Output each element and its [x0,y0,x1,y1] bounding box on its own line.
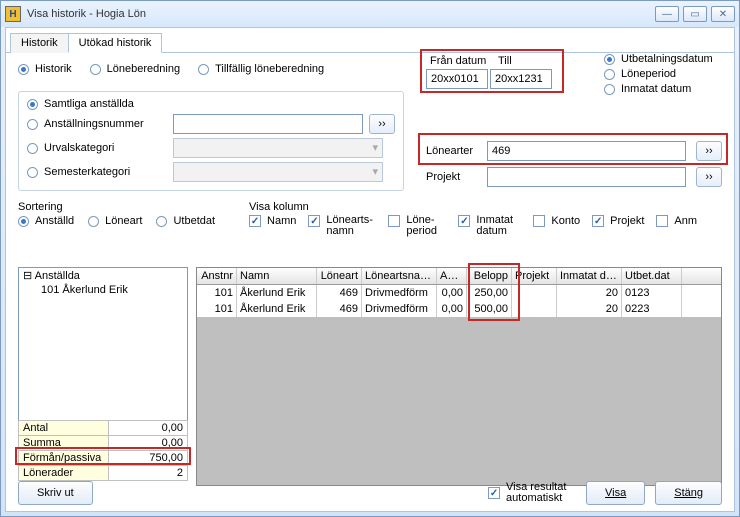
app-window: H Visa historik - Hogia Lön — ▭ ✕ Histor… [0,0,740,517]
urvalskategori-combo[interactable] [173,138,383,158]
from-date-label: Från datum [426,55,494,67]
columns-label: Visa kolumn [249,201,697,213]
projekt-input[interactable] [487,167,686,187]
radio-semesterkategori[interactable]: Semesterkategori [27,166,167,178]
radio-samtliga[interactable]: Samtliga anställda [27,98,395,110]
print-button[interactable]: Skriv ut [18,481,93,505]
sorting-label: Sortering [18,201,215,213]
tab-utokad-historik[interactable]: Utökad historik [68,33,163,53]
radio-loneperiod[interactable]: Löneperiod [604,68,724,80]
sort-anstalld[interactable]: Anställd [18,215,74,227]
radio-tillfallig[interactable]: Tillfällig löneberedning [198,63,324,75]
sort-loneart[interactable]: Löneart [88,215,142,227]
col-loneartsnamn[interactable]: Lönearts- namn [308,215,376,237]
tab-historik[interactable]: Historik [10,33,69,53]
maximize-button[interactable]: ▭ [683,6,707,22]
lonearter-lookup-button[interactable]: ›› [696,141,722,161]
col-inmatat-datum[interactable]: Inmatat datum [458,215,521,237]
from-date-input[interactable]: 20xx0101 [426,69,488,89]
radio-utbetalningsdatum[interactable]: Utbetalningsdatum [604,53,724,65]
tree-item[interactable]: 101 Åkerlund Erik [19,283,187,297]
to-date-input[interactable]: 20xx1231 [490,69,552,89]
app-icon: H [5,6,21,22]
anstnr-input[interactable] [173,114,363,134]
close-button[interactable]: ✕ [711,6,735,22]
minimize-button[interactable]: — [655,6,679,22]
radio-anstnr[interactable]: Anställningsnummer [27,118,167,130]
projekt-lookup-button[interactable]: ›› [696,167,722,187]
stang-button[interactable]: Stäng [655,481,722,505]
lonearter-input[interactable]: 469 [487,141,686,161]
titlebar: H Visa historik - Hogia Lön — ▭ ✕ [1,1,739,27]
col-projekt[interactable]: Projekt [592,215,644,227]
radio-urvalskategori[interactable]: Urvalskategori [27,142,167,154]
anstnr-lookup-button[interactable]: ›› [369,114,395,134]
grid-header: Anstnr Namn Löneart Löneartsnamn Antal B… [197,268,721,285]
summary-table: Antal0,00 Summa0,00 Förmån/passiva750,00… [18,420,188,481]
col-anm[interactable]: Anm [656,215,697,227]
col-loneperiod[interactable]: Löne- period [388,215,446,237]
tab-strip: Historik Utökad historik [6,28,734,53]
col-namn[interactable]: Namn [249,215,296,227]
window-title: Visa historik - Hogia Lön [27,8,655,20]
visa-button[interactable]: Visa [586,481,645,505]
table-row[interactable]: 101 Åkerlund Erik 469 Drivmedförm 0,00 5… [197,301,721,317]
radio-inmatat-datum[interactable]: Inmatat datum [604,83,724,95]
semesterkategori-combo[interactable] [173,162,383,182]
lonearter-label: Lönearter [426,145,481,157]
col-konto[interactable]: Konto [533,215,580,227]
scope-group: Samtliga anställda Anställningsnummer ››… [18,91,404,191]
auto-result-checkbox[interactable]: Visa resultat automatiskt [488,482,576,504]
sort-utbetdat[interactable]: Utbetdat [156,215,215,227]
tree-root: Anställda [35,270,80,282]
to-date-label: Till [494,55,554,67]
history-grid[interactable]: Anstnr Namn Löneart Löneartsnamn Antal B… [196,267,722,486]
radio-loneberedning[interactable]: Löneberedning [90,63,180,75]
table-row[interactable]: 101 Åkerlund Erik 469 Drivmedförm 0,00 2… [197,285,721,301]
radio-historik[interactable]: Historik [18,63,72,75]
projekt-label: Projekt [426,171,481,183]
